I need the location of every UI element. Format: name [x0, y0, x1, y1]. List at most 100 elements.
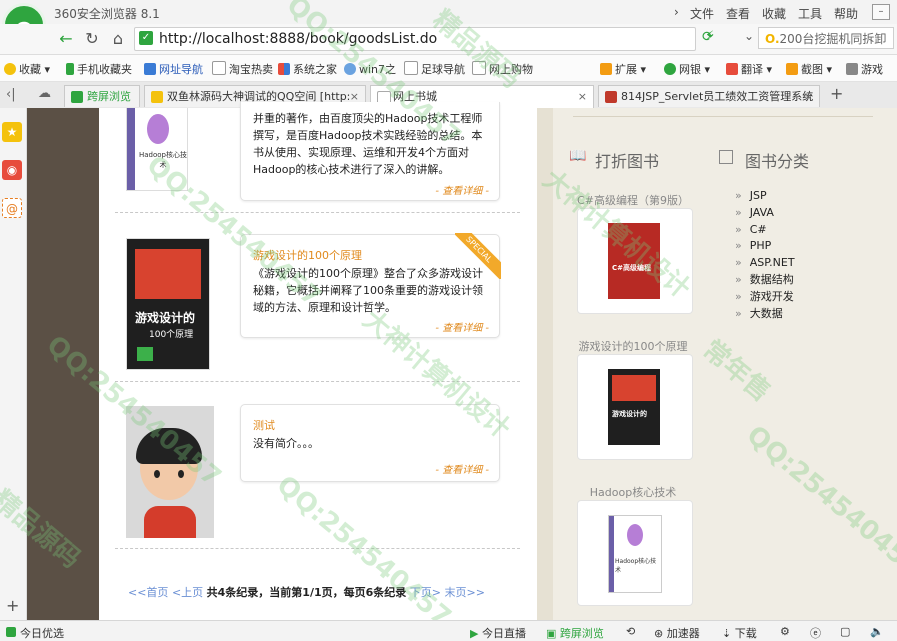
- toolbar-screenshot[interactable]: 截图 ▾: [786, 61, 832, 77]
- category-list: JSP JAVA C# PHP ASP.NET 数据结构 游戏开发 大数据: [735, 188, 795, 322]
- grid-icon: [6, 627, 16, 637]
- settings-icon[interactable]: ⚙: [780, 625, 790, 638]
- close-tab-icon[interactable]: ×: [804, 86, 813, 107]
- toolbar-games[interactable]: 游戏: [846, 61, 883, 77]
- chevron-right-icon[interactable]: ›: [674, 5, 679, 19]
- sync-icon[interactable]: ⟳: [702, 29, 714, 45]
- discount-book-thumb[interactable]: 游戏设计的: [577, 354, 693, 460]
- category-item[interactable]: C#: [735, 222, 795, 239]
- view-details-link[interactable]: - 查看详细 -: [435, 319, 489, 334]
- add-icon[interactable]: +: [6, 596, 19, 615]
- first-page-link[interactable]: <<首页: [128, 586, 168, 599]
- discount-book-title[interactable]: C#高级编程（第9版）: [563, 192, 703, 208]
- book-card: 测试 没有简介。。。 - 查看详细 -: [240, 404, 500, 482]
- search-input[interactable]: O.200台挖掘机同拆卸: [758, 27, 894, 49]
- page-icon: [212, 61, 226, 75]
- daily-picks[interactable]: 今日优选: [6, 625, 64, 641]
- bookmark-favorites[interactable]: 收藏 ▾: [4, 61, 50, 77]
- category-section-title: 图书分类: [745, 152, 810, 171]
- book-cover[interactable]: [126, 406, 214, 538]
- next-page-link[interactable]: 下页>: [410, 586, 441, 599]
- bookmark-taobao[interactable]: 淘宝热卖: [212, 61, 273, 77]
- window-icon[interactable]: ▢: [840, 625, 850, 638]
- status-download[interactable]: ⇣ 下载: [722, 625, 757, 641]
- toolbar-bank[interactable]: 网银 ▾: [664, 61, 710, 77]
- new-tab-button[interactable]: +: [830, 84, 843, 103]
- category-item[interactable]: ASP.NET: [735, 255, 795, 272]
- page-info: 共4条纪录，当前第1/1页，每页6条纪录: [206, 586, 407, 599]
- category-item[interactable]: JSP: [735, 188, 795, 205]
- volume-icon[interactable]: 🔈: [870, 625, 884, 638]
- close-tab-icon[interactable]: ×: [578, 86, 587, 108]
- bookmark-system[interactable]: 系统之家: [278, 61, 337, 77]
- cloud-icon[interactable]: ☁: [38, 86, 51, 101]
- last-page-link[interactable]: 末页>>: [445, 586, 485, 599]
- discount-book-thumb[interactable]: Hadoop核心技术: [577, 500, 693, 606]
- bookmark-win7[interactable]: win7之: [344, 61, 396, 77]
- category-item[interactable]: PHP: [735, 238, 795, 255]
- view-details-link[interactable]: - 查看详细 -: [435, 182, 489, 197]
- discount-book-thumb[interactable]: C#高级编程: [577, 208, 693, 314]
- play-icon: ▶: [470, 627, 479, 640]
- book-cover[interactable]: 游戏设计的 100个原理: [126, 238, 210, 370]
- status-accelerator[interactable]: ⊛ 加速器: [654, 625, 700, 641]
- address-bar[interactable]: ✓ http://localhost:8888/book/goodsList.d…: [134, 27, 714, 51]
- discount-book-title[interactable]: Hadoop核心技术: [563, 484, 703, 500]
- star-icon[interactable]: ★: [2, 122, 22, 142]
- book-description: 《游戏设计的100个原理》整合了众多游戏设计秘籍，它概括并阐释了100条重要的游…: [253, 267, 483, 314]
- category-item[interactable]: 数据结构: [735, 272, 795, 289]
- toolbar-extensions[interactable]: 扩展 ▾: [600, 61, 646, 77]
- bookmark-shopping[interactable]: 网上购物: [472, 61, 533, 77]
- back-icon[interactable]: ←: [54, 28, 78, 50]
- category-item[interactable]: 大数据: [735, 306, 795, 323]
- tab-cross-screen[interactable]: 跨屏浏览: [64, 85, 140, 107]
- book-cover[interactable]: Hadoop核心技术: [126, 108, 188, 191]
- bookmark-nav[interactable]: 网址导航: [144, 61, 203, 77]
- page-icon: [144, 63, 156, 75]
- cover-art: C#高级编程: [608, 223, 660, 299]
- book-description: 并重的著作，由百度顶尖的Hadoop技术工程师撰写，是百度Hadoop技术实践经…: [253, 112, 483, 176]
- bookmark-mobile[interactable]: 手机收藏夹: [66, 61, 132, 77]
- tab-jsp-system[interactable]: 814JSP_Servlet员工绩效工资管理系统 ×: [598, 85, 820, 107]
- page-icon: [472, 61, 486, 75]
- view-details-link[interactable]: - 查看详细 -: [435, 461, 489, 476]
- toolbar-translate[interactable]: 翻译 ▾: [726, 61, 772, 77]
- refresh-icon[interactable]: ↻: [80, 28, 104, 50]
- status-cross-screen[interactable]: ▣ 跨屏浏览: [546, 625, 604, 641]
- page-icon: [404, 61, 418, 75]
- menu-tools[interactable]: 工具: [798, 5, 822, 22]
- cross-screen-icon: ▣: [546, 627, 557, 640]
- home-icon[interactable]: ⌂: [106, 28, 130, 50]
- url-text: http://localhost:8888/book/goodsList.do: [159, 31, 438, 47]
- navigation-bar: ← ↻ ⌂ ✓ http://localhost:8888/book/goods…: [0, 24, 897, 55]
- category-item[interactable]: JAVA: [735, 205, 795, 222]
- book-description: 没有简介。。。: [253, 437, 319, 450]
- weibo-icon[interactable]: ◉: [2, 160, 22, 180]
- book-title[interactable]: 游戏设计的100个原理: [253, 247, 362, 263]
- menu-file[interactable]: 文件: [690, 5, 714, 22]
- mail-icon[interactable]: @: [2, 198, 22, 218]
- menu-favorites[interactable]: 收藏: [762, 5, 786, 22]
- discount-section-title: 打折图书: [595, 152, 660, 171]
- cover-art-block: [612, 375, 656, 401]
- cover-art: 游戏设计的: [608, 369, 660, 445]
- prev-page-link[interactable]: <上页: [172, 586, 203, 599]
- bookmark-football[interactable]: 足球导航: [404, 61, 465, 77]
- tab-list-icon[interactable]: ‹|: [6, 87, 16, 102]
- book-card: SPECIAL 游戏设计的100个原理 《游戏设计的100个原理》整合了众多游戏…: [240, 233, 501, 338]
- discount-book-title[interactable]: 游戏设计的100个原理: [563, 338, 703, 354]
- item-divider: [115, 548, 520, 549]
- book-title[interactable]: 测试: [253, 417, 275, 433]
- status-live[interactable]: ▶ 今日直播: [470, 625, 526, 641]
- category-item[interactable]: 游戏开发: [735, 289, 795, 306]
- status-refresh-icon[interactable]: ⟲: [626, 625, 635, 638]
- ie-icon[interactable]: ⓔ: [810, 625, 821, 641]
- menu-help[interactable]: 帮助: [834, 5, 858, 22]
- bird-icon: [344, 63, 356, 75]
- speed-icon: ⊛: [654, 627, 664, 640]
- chevron-down-icon[interactable]: ⌄: [744, 29, 754, 43]
- cover-art: [147, 114, 169, 144]
- menu-view[interactable]: 查看: [726, 5, 750, 22]
- minimize-icon[interactable]: –: [872, 4, 890, 20]
- cover-spine: [609, 516, 614, 592]
